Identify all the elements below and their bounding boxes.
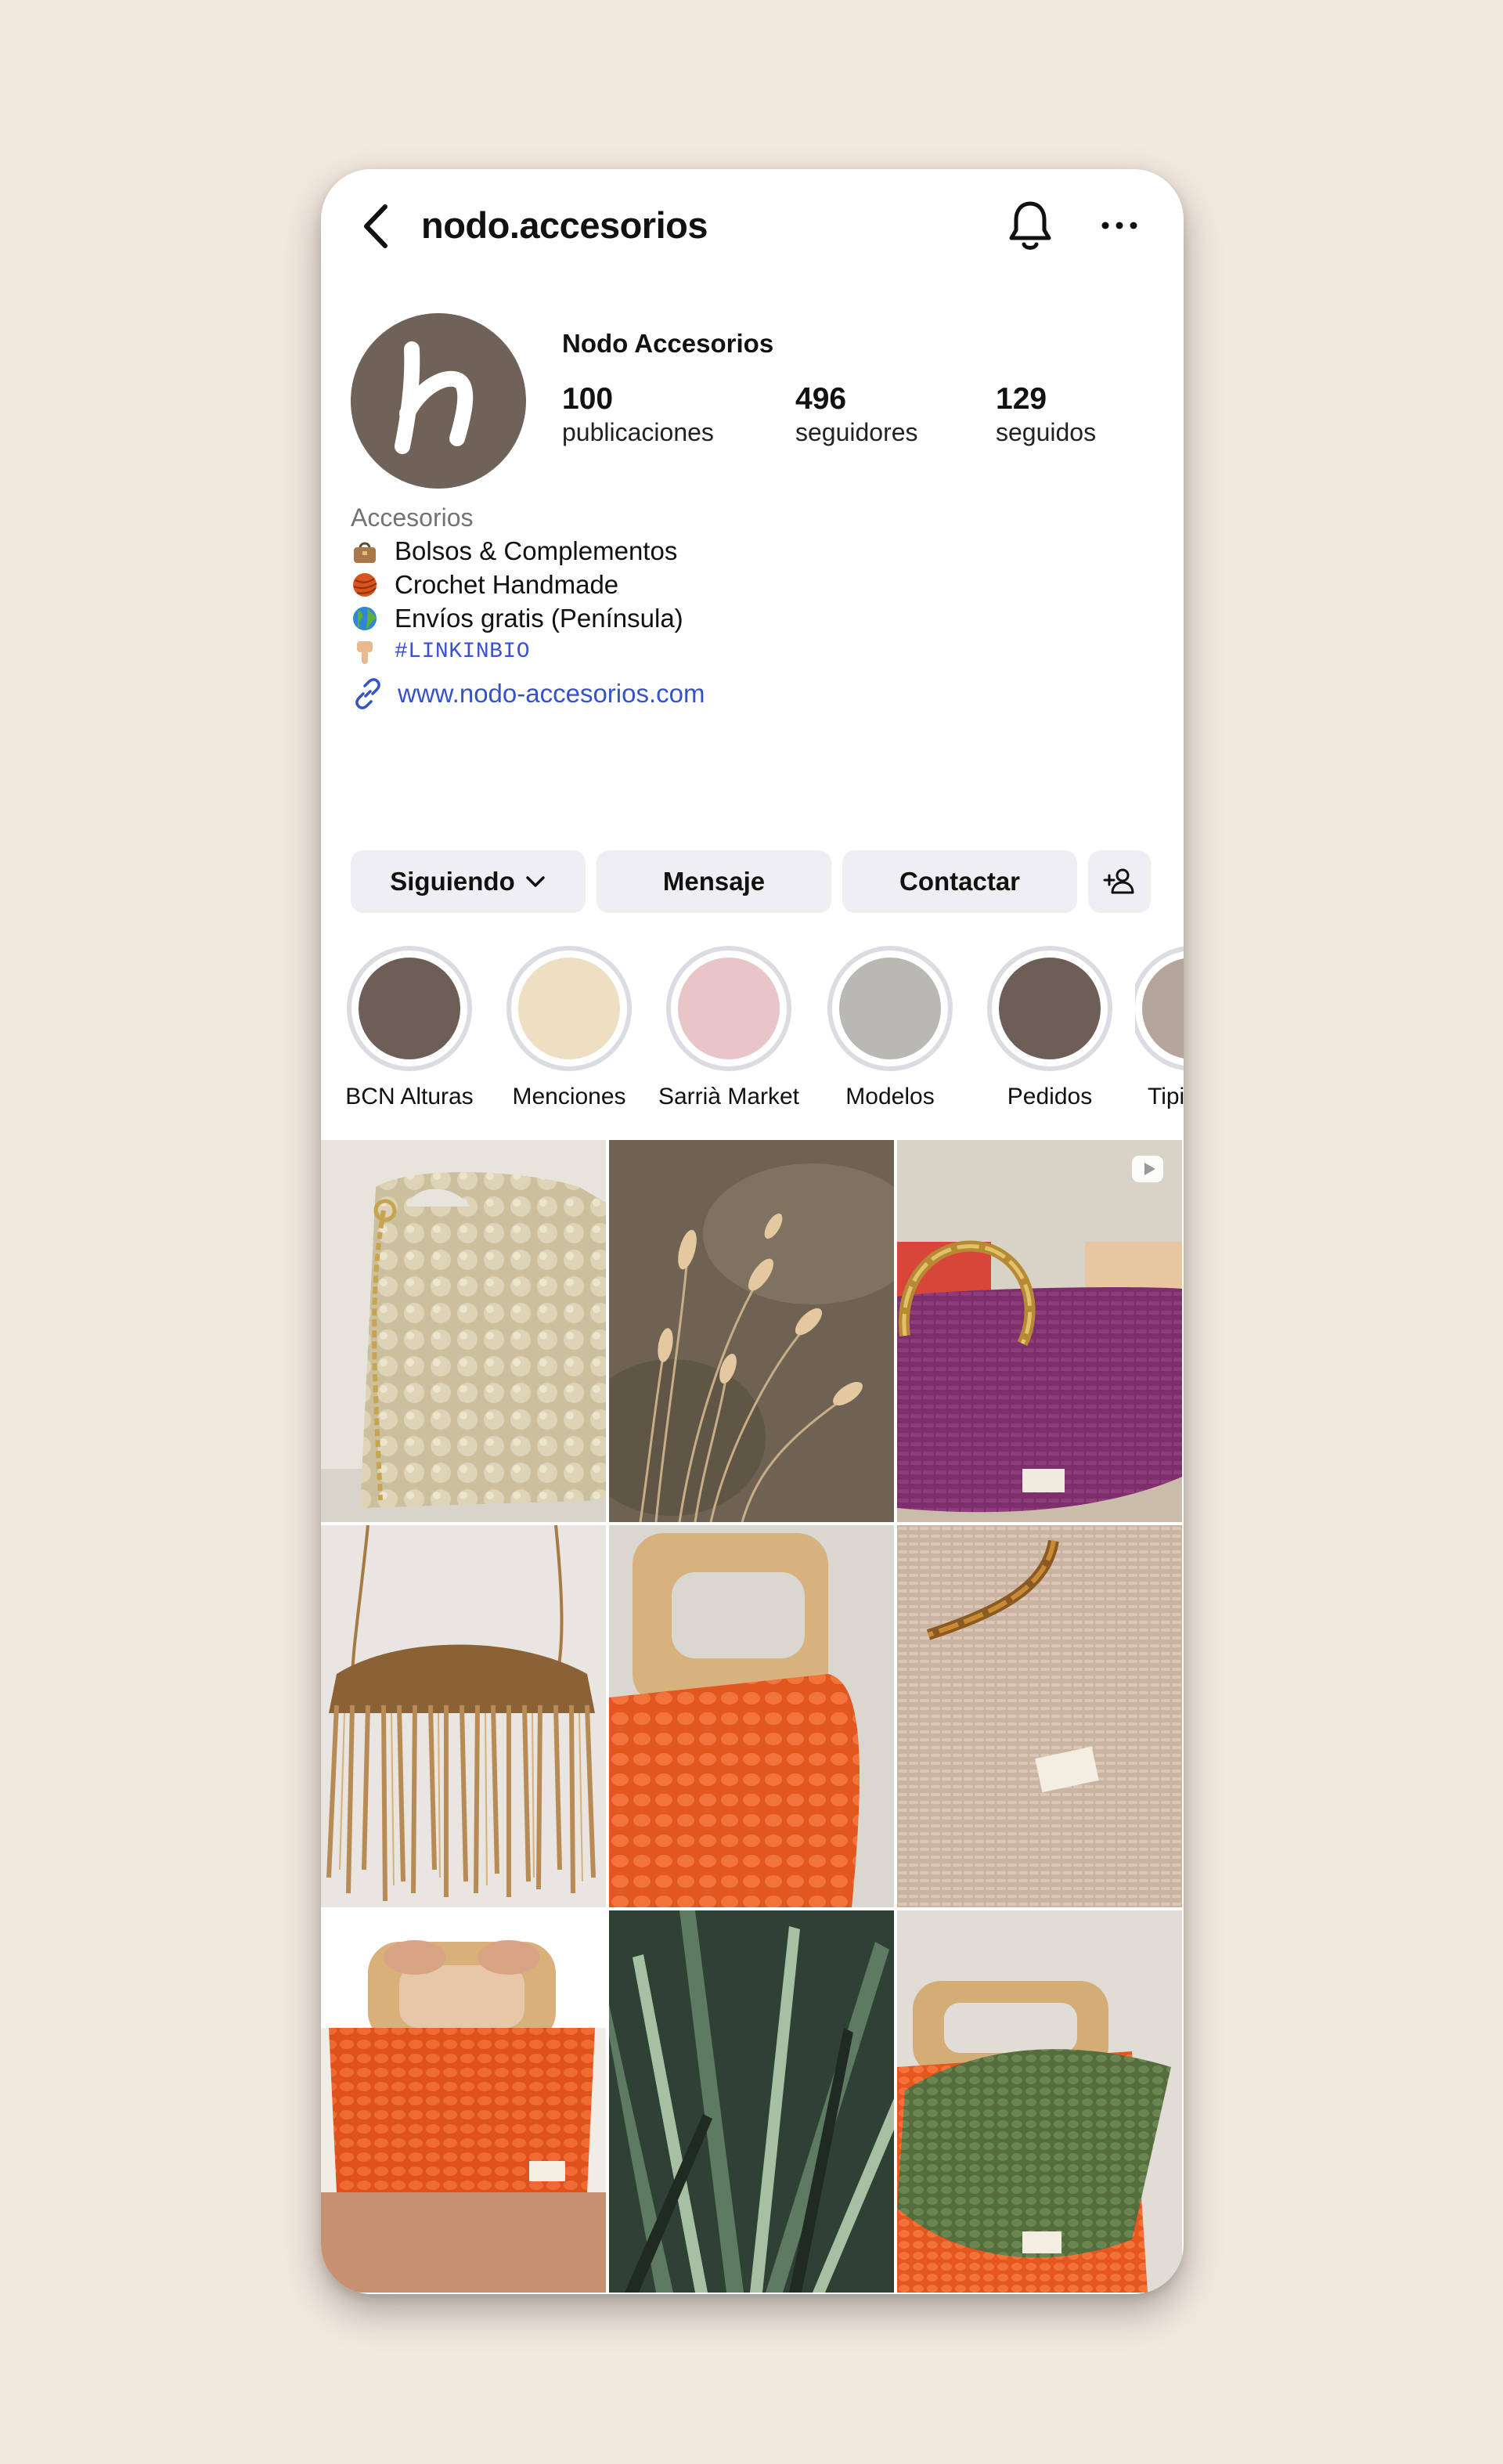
highlight-cover [518, 958, 620, 1059]
highlight-bcn-alturas[interactable]: BCN Alturas [335, 946, 484, 1110]
post-thumbnail[interactable] [897, 1140, 1182, 1522]
highlight-cover [999, 958, 1101, 1059]
chevron-down-icon [526, 876, 545, 887]
link-icon [355, 678, 380, 709]
website-url: www.nodo-accesorios.com [398, 679, 705, 708]
bell-icon[interactable] [1005, 197, 1055, 254]
highlight-ring [987, 946, 1112, 1071]
post-thumbnail[interactable] [897, 1910, 1182, 2293]
back-icon[interactable] [354, 200, 398, 252]
highlight-pedidos[interactable]: Pedidos [975, 946, 1124, 1110]
post-thumbnail[interactable] [321, 1910, 606, 2293]
highlight-cover [1142, 958, 1184, 1059]
bio-line: Envíos gratis (Península) [351, 601, 946, 635]
handbag-icon [354, 542, 376, 563]
purple-bag-image [897, 1140, 1182, 1522]
highlight-label: Menciones [512, 1084, 626, 1109]
stat-value: 100 [562, 382, 614, 416]
following-label: Siguiendo [390, 867, 515, 896]
pointing-down-icon [357, 640, 373, 664]
dried-grass-image [609, 1140, 894, 1522]
following-button[interactable]: Siguiendo [351, 850, 586, 913]
highlight-modelos[interactable]: Modelos [816, 946, 964, 1110]
post-thumbnail[interactable] [609, 1910, 894, 2293]
add-user-button[interactable] [1088, 850, 1151, 913]
post-thumbnail[interactable] [609, 1140, 894, 1522]
raffia-bag-image [897, 1525, 1182, 1907]
highlight-label: Sarrià Market [658, 1084, 800, 1109]
post-thumbnail[interactable] [321, 1525, 606, 1907]
phone-screen: nodo.accesorios Nodo Accesorios 100 publ… [321, 169, 1184, 2294]
stat-value: 129 [996, 382, 1047, 416]
highlight-ring [506, 946, 632, 1071]
fringe-bag-image [321, 1525, 606, 1907]
stat-followers[interactable]: 496 seguidores [795, 382, 918, 448]
orange-bag-image [609, 1525, 894, 1907]
highlight-label: Pedidos [1007, 1084, 1093, 1109]
globe-icon [353, 606, 377, 630]
stat-value: 496 [795, 382, 847, 416]
post-thumbnail[interactable] [321, 1140, 606, 1522]
stat-posts[interactable]: 100 publicaciones [562, 382, 714, 448]
display-name: Nodo Accesorios [562, 329, 774, 358]
highlight-ring [827, 946, 953, 1071]
logo-n-icon [395, 341, 474, 454]
post-thumbnail[interactable] [897, 1525, 1182, 1907]
highlight-ring [347, 946, 472, 1071]
highlight-sarria-market[interactable]: Sarrià Market [654, 946, 803, 1110]
stat-label: publicaciones [562, 418, 714, 446]
posts-grid [321, 1140, 1184, 2294]
bio-text: Envíos gratis (Península) [395, 604, 683, 633]
profile-username: nodo.accesorios [421, 204, 708, 246]
highlight-cover [359, 958, 460, 1059]
bio-text: Crochet Handmade [395, 570, 619, 599]
orange-green-bags-image [897, 1910, 1182, 2293]
bio: Accesorios Bolsos & Complementos Crochet… [351, 501, 946, 711]
profile-category: Accesorios [351, 503, 474, 532]
highlight-label: Tipi [1148, 1084, 1184, 1109]
highlight-tipi[interactable]: Tipi [1135, 946, 1184, 1110]
highlight-ring [1135, 946, 1184, 1071]
highlight-label: Modelos [845, 1084, 935, 1109]
stat-label: seguidos [996, 418, 1097, 446]
green-leaves-image [609, 1910, 894, 2293]
post-thumbnail[interactable] [609, 1525, 894, 1907]
highlight-label: BCN Alturas [345, 1084, 474, 1109]
highlight-ring [666, 946, 791, 1071]
bio-line: Bolsos & Complementos [351, 534, 946, 568]
yarn-ball-icon [353, 572, 377, 597]
hashtag-link[interactable]: #LINKINBIO [395, 635, 530, 669]
bio-line: Crochet Handmade [351, 568, 946, 601]
add-person-icon [1103, 868, 1134, 894]
contact-button[interactable]: Contactar [842, 850, 1077, 913]
more-options-icon[interactable] [1096, 210, 1143, 241]
website-link[interactable]: www.nodo-accesorios.com [351, 676, 946, 711]
highlight-menciones[interactable]: Menciones [495, 946, 643, 1110]
beige-bag-image [321, 1140, 606, 1522]
message-button[interactable]: Mensaje [597, 850, 831, 913]
bio-text: Bolsos & Complementos [395, 536, 678, 565]
bio-line: #LINKINBIO [351, 635, 946, 669]
avatar[interactable] [351, 313, 526, 489]
top-bar: nodo.accesorios [321, 169, 1184, 276]
stat-following[interactable]: 129 seguidos [996, 382, 1096, 448]
person-with-bag-image [321, 1910, 606, 2293]
highlight-cover [678, 958, 780, 1059]
highlight-cover [839, 958, 941, 1059]
stat-label: seguidores [795, 418, 918, 446]
